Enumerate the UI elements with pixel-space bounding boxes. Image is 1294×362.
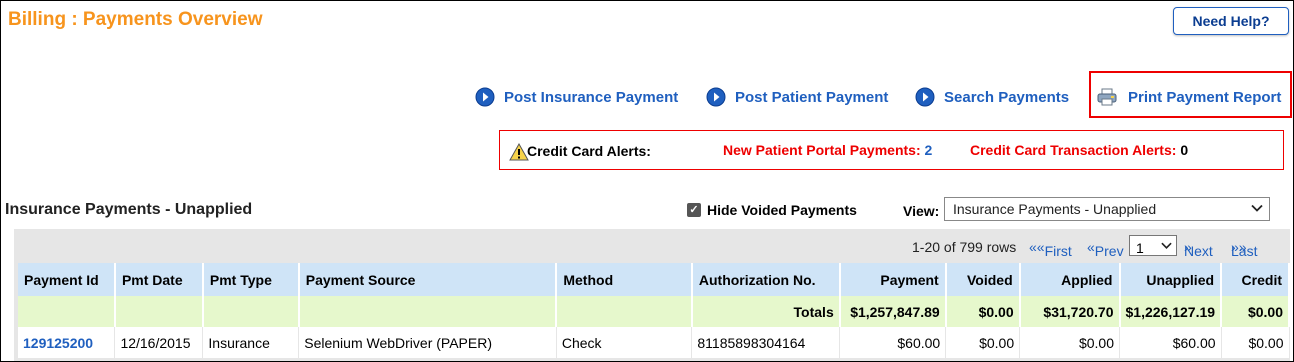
col-payment[interactable]: Payment	[839, 263, 947, 296]
col-unapplied[interactable]: Unapplied	[1119, 263, 1223, 296]
applied-cell: $0.00	[1019, 327, 1120, 358]
col-payment-id[interactable]: Payment Id	[18, 263, 116, 296]
page-title: Billing : Payments Overview	[8, 9, 263, 30]
transaction-alerts-label: Credit Card Transaction Alerts:	[970, 142, 1177, 158]
payments-grid: 1-20 of 799 rows «« First «Prev 1 Next» …	[14, 229, 1290, 361]
pmt-date-cell: 12/16/2015	[114, 327, 204, 358]
col-voided[interactable]: Voided	[945, 263, 1021, 296]
transaction-alerts: Credit Card Transaction Alerts: 0	[970, 142, 1188, 158]
chevron-down-icon	[1251, 204, 1263, 212]
col-credit[interactable]: Credit	[1221, 263, 1290, 296]
totals-label: Totals	[691, 296, 841, 327]
unapplied-cell: $60.00	[1119, 327, 1222, 358]
totals-unapplied: $1,226,127.19	[1119, 296, 1223, 327]
arrow-circle-icon	[475, 87, 495, 107]
payment-source-cell: Selenium WebDriver (PAPER)	[298, 327, 557, 358]
credit-card-alerts-bar: Credit Card Alerts: New Patient Portal P…	[499, 130, 1284, 170]
totals-empty-cell	[202, 296, 300, 327]
last-label: Last	[1231, 243, 1258, 259]
hide-voided-checkbox[interactable]: ✓	[687, 203, 701, 217]
totals-empty-cell	[298, 296, 558, 327]
auth-no-cell: 81185898304164	[691, 327, 841, 358]
voided-cell: $0.00	[945, 327, 1021, 358]
portal-payments-alert[interactable]: New Patient Portal Payments: 2	[723, 142, 932, 158]
transaction-alerts-count: 0	[1180, 142, 1189, 158]
portal-payments-count[interactable]: 2	[925, 142, 933, 158]
print-report-highlight	[1089, 71, 1292, 118]
totals-empty-cell	[18, 296, 116, 327]
totals-empty-cell	[556, 296, 693, 327]
view-select-value: Insurance Payments - Unapplied	[953, 201, 1157, 217]
payment-id-link[interactable]: 129125200	[18, 327, 116, 358]
hide-voided-toggle[interactable]: ✓ Hide Voided Payments	[687, 202, 857, 218]
first-page-link[interactable]: «« First	[1029, 239, 1072, 259]
payments-table: Payment Id Pmt Date Pmt Type Payment Sou…	[18, 263, 1290, 358]
hide-voided-label: Hide Voided Payments	[707, 202, 857, 218]
portal-payments-label: New Patient Portal Payments:	[723, 142, 921, 158]
page-number-value: 1	[1136, 240, 1144, 256]
credit-cell: $0.00	[1221, 327, 1290, 358]
col-applied[interactable]: Applied	[1019, 263, 1121, 296]
col-payment-source[interactable]: Payment Source	[298, 263, 558, 296]
pmt-type-cell: Insurance	[202, 327, 300, 358]
col-pmt-date[interactable]: Pmt Date	[114, 263, 204, 296]
section-title: Insurance Payments - Unapplied	[5, 201, 253, 218]
totals-voided: $0.00	[945, 296, 1021, 327]
totals-payment: $1,257,847.89	[839, 296, 947, 327]
payments-overview-panel: Billing : Payments Overview Need Help? P…	[0, 0, 1294, 362]
search-payments-link[interactable]: Search Payments	[915, 87, 1069, 107]
last-page-link[interactable]: Last »»	[1231, 239, 1257, 259]
page-number-select[interactable]: 1	[1129, 235, 1177, 256]
need-help-button[interactable]: Need Help?	[1173, 7, 1289, 35]
arrow-circle-icon	[915, 87, 935, 107]
col-method[interactable]: Method	[556, 263, 693, 296]
table-row[interactable]: 129125200 12/16/2015 Insurance Selenium …	[18, 327, 1290, 358]
row-count: 1-20 of 799 rows	[912, 239, 1017, 255]
post-insurance-payment-link[interactable]: Post Insurance Payment	[475, 87, 678, 107]
chevron-down-icon	[1161, 242, 1172, 249]
next-label: Next	[1184, 243, 1213, 259]
prev-page-link[interactable]: «Prev	[1087, 239, 1124, 259]
next-page-link[interactable]: Next»	[1184, 239, 1213, 259]
warning-icon	[509, 143, 529, 161]
totals-credit: $0.00	[1221, 296, 1290, 327]
table-header-row: Payment Id Pmt Date Pmt Type Payment Sou…	[18, 263, 1290, 296]
arrow-circle-icon	[706, 87, 726, 107]
payment-cell: $60.00	[839, 327, 947, 358]
first-label: First	[1044, 243, 1072, 259]
view-label: View:	[903, 203, 940, 219]
credit-card-alerts-label: Credit Card Alerts:	[527, 143, 651, 159]
post-insurance-payment-label: Post Insurance Payment	[504, 88, 679, 106]
search-payments-label: Search Payments	[944, 88, 1070, 106]
view-select[interactable]: Insurance Payments - Unapplied	[944, 197, 1270, 221]
prev-label: Prev	[1094, 243, 1124, 259]
method-cell: Check	[556, 327, 693, 358]
totals-row: Totals $1,257,847.89 $0.00 $31,720.70 $1…	[18, 296, 1290, 327]
col-authorization-no[interactable]: Authorization No.	[691, 263, 841, 296]
totals-applied: $31,720.70	[1019, 296, 1121, 327]
post-patient-payment-link[interactable]: Post Patient Payment	[706, 87, 888, 107]
totals-empty-cell	[114, 296, 204, 327]
post-patient-payment-label: Post Patient Payment	[735, 88, 889, 106]
pager: 1-20 of 799 rows «« First «Prev 1 Next» …	[14, 235, 1290, 259]
col-pmt-type[interactable]: Pmt Type	[202, 263, 300, 296]
